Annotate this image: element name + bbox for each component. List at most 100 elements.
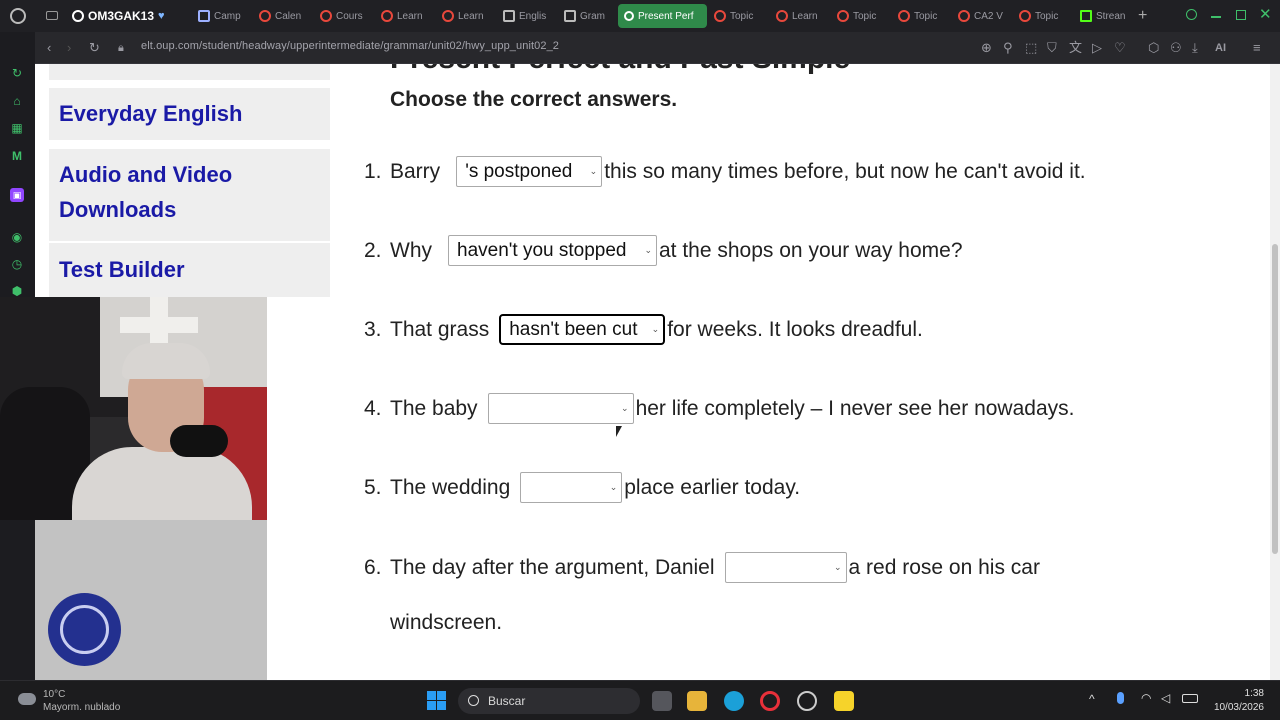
- answer-select[interactable]: haven't you stopped ⌄: [448, 235, 657, 266]
- question-number: 1.: [364, 159, 382, 183]
- snapshot-icon[interactable]: ⬚: [1025, 39, 1037, 57]
- tab-manager-icon[interactable]: [46, 11, 58, 20]
- tab-10[interactable]: Learn: [776, 4, 828, 28]
- sidebar-item-label: Test Builder: [59, 257, 185, 282]
- cookie-settings-button[interactable]: [48, 593, 121, 666]
- opera-gx-icon[interactable]: [760, 691, 780, 711]
- workspace-icon[interactable]: ⌂: [10, 94, 24, 108]
- sidebar-item-previous[interactable]: [49, 64, 330, 80]
- close-icon[interactable]: ✕: [1259, 5, 1272, 23]
- tab-7[interactable]: Gram: [564, 4, 616, 28]
- volume-icon[interactable]: ◁: [1161, 691, 1170, 705]
- weather-temp: 10°C: [43, 689, 66, 700]
- back-icon[interactable]: ‹: [47, 39, 51, 57]
- pin-icon[interactable]: ⚲: [1003, 39, 1013, 57]
- microphone-icon[interactable]: [1117, 692, 1124, 704]
- system-clock[interactable]: 1:38 10/03/2026: [1214, 687, 1264, 715]
- obs-icon[interactable]: [797, 691, 817, 711]
- answer-select[interactable]: 's postponed ⌄: [456, 156, 603, 187]
- tab-12[interactable]: Topic: [898, 4, 950, 28]
- maximize-icon[interactable]: [1236, 10, 1246, 20]
- tab-label: Strean: [1096, 10, 1126, 22]
- tab-label: Topic: [853, 10, 877, 22]
- zoom-icon[interactable]: ⊕: [981, 39, 992, 57]
- question-text-after: place earlier today.: [624, 475, 801, 499]
- player-icon[interactable]: ◉: [10, 230, 24, 244]
- instructions: Choose the correct answers.: [390, 88, 678, 111]
- chevron-down-icon: ⌄: [644, 245, 652, 255]
- sidebar-item-test-builder[interactable]: Test Builder: [49, 243, 330, 297]
- tab-2[interactable]: Calen: [259, 4, 311, 28]
- sidebar-item-audio-video[interactable]: Audio and Video Downloads: [49, 149, 330, 241]
- extensions-icon[interactable]: ⬢: [10, 284, 24, 298]
- tab-0[interactable]: OM3GAK13 ♥: [72, 4, 182, 28]
- question-text-before: The baby: [390, 396, 478, 420]
- scrollbar-thumb[interactable]: [1272, 244, 1278, 554]
- profile-icon[interactable]: ⚇: [1170, 39, 1182, 57]
- menu-icon[interactable]: ≡: [1253, 39, 1261, 57]
- edge-icon[interactable]: [724, 691, 744, 711]
- question-number: 2.: [364, 238, 382, 262]
- heart-icon[interactable]: ♡: [1114, 39, 1126, 57]
- wifi-icon[interactable]: ◠: [1141, 691, 1151, 705]
- search-tabs-icon[interactable]: [1186, 9, 1197, 20]
- shield-icon[interactable]: ⛉: [1047, 39, 1057, 57]
- ai-icon[interactable]: ↻: [10, 66, 24, 80]
- tab-9[interactable]: Topic: [714, 4, 766, 28]
- file-explorer-icon[interactable]: [687, 691, 707, 711]
- cookie-icon: [60, 605, 109, 654]
- weather-widget[interactable]: 10°C Mayorm. nublado: [43, 688, 120, 714]
- taskbar-search[interactable]: Buscar: [458, 688, 640, 714]
- answer-select[interactable]: ⌄: [724, 552, 847, 583]
- page-title: Present Perfect and Past Simple: [390, 64, 850, 76]
- sidebar-item-everyday-english[interactable]: Everyday English: [49, 88, 330, 140]
- translate-icon[interactable]: 文: [1069, 39, 1082, 57]
- sticky-notes-icon[interactable]: [834, 691, 854, 711]
- selected-answer: 's postponed: [465, 161, 573, 182]
- tab-8[interactable]: Present Perf: [618, 4, 707, 28]
- history-icon[interactable]: ◷: [10, 257, 24, 271]
- tab-14[interactable]: Topic: [1019, 4, 1071, 28]
- answer-select[interactable]: ⌄: [520, 472, 623, 503]
- chevron-up-icon[interactable]: ^: [1089, 692, 1095, 706]
- sidebar-item-label: Everyday English: [59, 101, 243, 126]
- minimize-icon[interactable]: [1211, 16, 1221, 18]
- tab-4[interactable]: Learn: [381, 4, 433, 28]
- answer-select[interactable]: ⌄: [487, 393, 634, 424]
- chevron-down-icon: ⌄: [651, 324, 660, 334]
- m-icon[interactable]: M: [10, 149, 24, 163]
- task-view-icon[interactable]: [652, 691, 672, 711]
- new-tab-icon[interactable]: +: [1138, 7, 1147, 25]
- url-field[interactable]: elt.oup.com/student/headway/upperinterme…: [141, 40, 559, 52]
- question-text-before: That grass: [390, 317, 490, 341]
- tab-13[interactable]: CA2 V: [958, 4, 1010, 28]
- tab-11[interactable]: Topic: [837, 4, 889, 28]
- question-text-after: for weeks. It looks dreadful.: [667, 317, 923, 341]
- chevron-down-icon: ⌄: [589, 166, 598, 176]
- tab-label: OM3GAK13: [88, 9, 155, 23]
- tab-bar: OM3GAK13 ♥ Camp Calen Cours Learn Learn …: [0, 0, 1280, 32]
- tab-5[interactable]: Learn: [442, 4, 494, 28]
- messenger-icon[interactable]: ▦: [10, 121, 24, 135]
- chevron-down-icon: ⌄: [621, 403, 629, 413]
- forward-icon[interactable]: ›: [67, 39, 71, 57]
- question-6-continued: windscreen.: [390, 611, 502, 635]
- opera-logo-icon[interactable]: [10, 8, 26, 24]
- ai-button[interactable]: AI: [1215, 39, 1226, 57]
- tab-3[interactable]: Cours: [320, 4, 372, 28]
- taskbar: 10°C Mayorm. nublado Buscar ^ ◠ ◁ 1:38 1…: [0, 680, 1280, 720]
- start-button[interactable]: [427, 691, 446, 710]
- question-1: 1. Barry 's postponed ⌄ this so many tim…: [364, 156, 1086, 187]
- tab-1[interactable]: Camp: [198, 4, 250, 28]
- page-scrollbar[interactable]: [1270, 64, 1280, 680]
- tab-label: CA2 V: [974, 10, 1003, 22]
- extensions-icon[interactable]: ⬡: [1148, 39, 1159, 57]
- tab-6[interactable]: Englis: [503, 4, 555, 28]
- twitch-icon[interactable]: ▣: [10, 188, 24, 202]
- play-icon[interactable]: ▷: [1092, 39, 1102, 57]
- download-icon[interactable]: ⤓: [1192, 39, 1198, 57]
- reload-icon[interactable]: ↻: [89, 39, 100, 57]
- answer-select[interactable]: hasn't been cut ⌄: [499, 314, 666, 345]
- tab-15[interactable]: Strean: [1080, 4, 1132, 28]
- battery-icon[interactable]: [1182, 694, 1198, 703]
